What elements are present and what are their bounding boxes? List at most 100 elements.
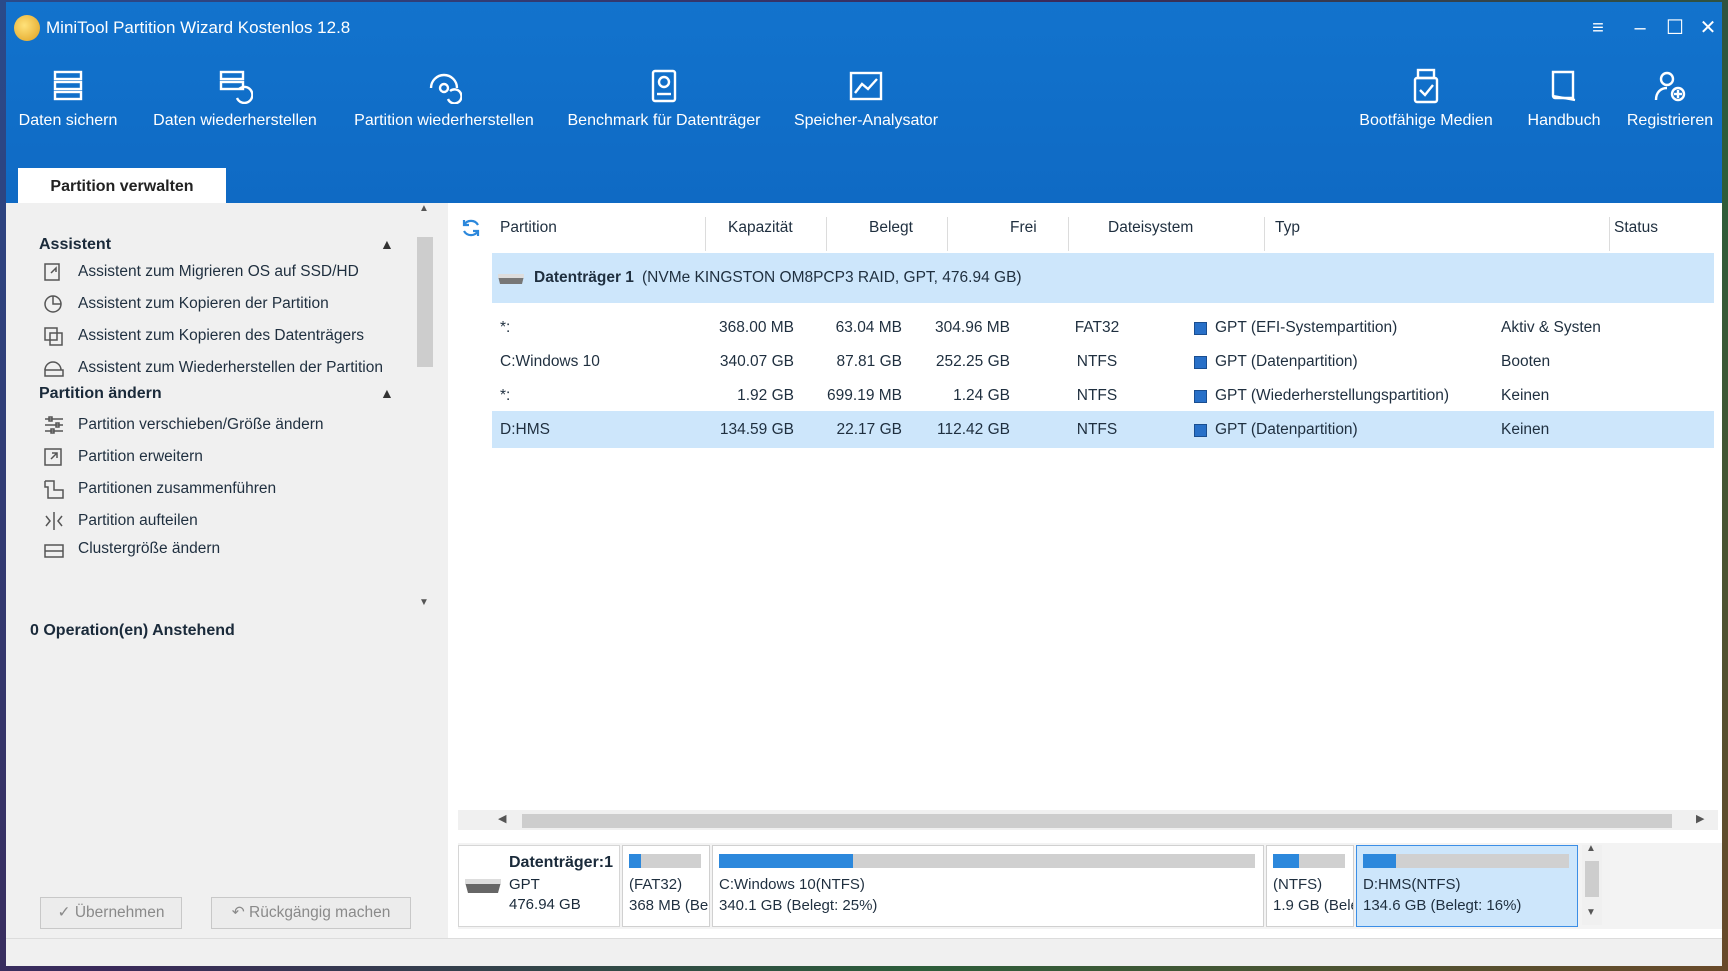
disk-map: Datenträger:1 GPT 476.94 GB (FAT32) 368 M… — [458, 843, 1722, 929]
partition-status: Keinen — [1501, 421, 1550, 438]
partition-capacity: 1.92 GB — [737, 387, 794, 404]
partition-used: 699.19 MB — [827, 387, 902, 404]
menu-icon[interactable]: ≡ — [1584, 14, 1612, 42]
refresh-icon[interactable] — [460, 217, 482, 244]
disk-map-name: Datenträger:1 — [509, 854, 614, 871]
partition-free: 304.96 MB — [935, 319, 1010, 336]
col-partition[interactable]: Partition — [500, 203, 650, 254]
col-filesystem[interactable]: Dateisystem — [1108, 203, 1228, 254]
disk-drive-icon — [498, 274, 524, 284]
col-type[interactable]: Typ — [1275, 203, 1395, 254]
tab-partition-manage[interactable]: Partition verwalten — [18, 168, 226, 205]
disk-map-partition-name: (NTFS) — [1273, 876, 1323, 893]
partition-type-icon — [1194, 390, 1207, 403]
collapse-change-partition-icon[interactable]: ▲ — [380, 385, 394, 401]
action-merge[interactable]: Partitionen zusammenführen — [42, 476, 276, 502]
col-divider — [1609, 217, 1610, 251]
action-extend[interactable]: Partition erweitern — [42, 444, 203, 470]
minimize-icon[interactable]: – — [1626, 14, 1654, 42]
bootable-media-icon — [1413, 68, 1439, 104]
disk-map-partition[interactable]: D:HMS(NTFS) 134.6 GB (Belegt: 16%) — [1356, 845, 1578, 927]
disk-map-partition-name: (FAT32) — [629, 876, 683, 893]
col-capacity[interactable]: Kapazität — [728, 203, 828, 254]
undo-icon: ↶ — [231, 904, 245, 921]
maximize-icon[interactable]: ☐ — [1661, 14, 1689, 42]
pending-operations: 0 Operation(en) Anstehend — [30, 622, 235, 639]
toolbar-partition-recovery-button[interactable]: Partition wiederherstellen — [342, 68, 546, 130]
close-icon[interactable]: ✕ — [1694, 14, 1722, 42]
scroll-left-icon[interactable]: ◀ — [498, 812, 506, 825]
action-split[interactable]: Partition aufteilen — [42, 508, 198, 534]
partition-recovery-icon — [429, 73, 462, 104]
col-divider — [947, 217, 948, 251]
partition-type: GPT (EFI-Systempartition) — [1215, 319, 1398, 336]
check-icon: ✓ — [57, 904, 71, 921]
toolbar-manual-button[interactable]: Handbuch — [1514, 68, 1614, 130]
backup-icon — [53, 70, 83, 101]
col-used[interactable]: Belegt — [869, 203, 949, 254]
table-hscrollbar-thumb[interactable] — [522, 814, 1672, 828]
disk-row[interactable]: Datenträger 1 (NVMe KINGSTON OM8PCP3 RAI… — [492, 253, 1714, 303]
section-change-partition-title: Partition ändern — [39, 385, 162, 402]
disk-map-partition[interactable]: C:Windows 10(NTFS) 340.1 GB (Belegt: 25%) — [712, 845, 1264, 927]
partition-fs: NTFS — [1076, 421, 1118, 438]
toolbar-register-button[interactable]: Registrieren — [1622, 68, 1718, 130]
disk-map-scrollbar[interactable]: ▲ ▼ — [1582, 843, 1602, 925]
disk-map-size: 476.94 GB — [509, 896, 581, 913]
toolbar-backup-button[interactable]: Daten sichern — [12, 68, 124, 130]
diskmap-scroll-up-icon[interactable]: ▲ — [1586, 843, 1596, 854]
action-move-resize[interactable]: Partition verschieben/Größe ändern — [42, 412, 324, 438]
title-bar: MiniTool Partition Wizard Kostenlos 12.8… — [6, 2, 1722, 54]
partition-fs: NTFS — [1076, 353, 1118, 370]
wizard-copy-disk[interactable]: Assistent zum Kopieren des Datenträgers — [42, 323, 364, 349]
undo-button[interactable]: ↶ Rückgängig machen — [211, 897, 411, 929]
disk-map-partition-size: 368 MB (Bel — [629, 897, 710, 914]
app-title: MiniTool Partition Wizard Kostenlos 12.8 — [46, 18, 351, 37]
toolbar-data-recovery-button[interactable]: Daten wiederherstellen — [140, 68, 330, 130]
action-cluster-size[interactable]: Clustergröße ändern — [42, 540, 220, 558]
partition-status: Aktiv & Systen — [1501, 319, 1601, 336]
operations-list: Assistent ▲ Assistent zum Migrieren OS a… — [6, 203, 412, 613]
toolbar-benchmark-button[interactable]: Benchmark für Datenträger — [558, 68, 770, 130]
partition-row[interactable]: D:HMS 134.59 GB 22.17 GB 112.42 GB NTFS GPT (… — [492, 411, 1714, 448]
apply-button-label: Übernehmen — [74, 904, 165, 921]
disk-map-partition-size: 134.6 GB (Belegt: 16%) — [1363, 897, 1522, 914]
partition-type: GPT (Datenpartition) — [1215, 353, 1358, 370]
table-hscrollbar[interactable]: ◀ ▶ — [458, 810, 1718, 830]
partition-row[interactable]: C:Windows 10 340.07 GB 87.81 GB 252.25 GB NT… — [492, 343, 1714, 380]
disk-map-style: GPT — [509, 876, 540, 893]
partition-row[interactable]: *: 368.00 MB 63.04 MB 304.96 MB FAT32 GPT (EF… — [492, 309, 1714, 346]
scroll-right-icon[interactable]: ▶ — [1696, 812, 1704, 825]
apply-button[interactable]: ✓ Übernehmen — [40, 897, 182, 929]
scroll-down-icon[interactable]: ▼ — [419, 597, 429, 608]
scroll-up-icon[interactable]: ▲ — [419, 203, 429, 214]
cluster-size-icon — [44, 544, 64, 558]
partition-partition: D:HMS — [500, 421, 550, 438]
disk-map-partition[interactable]: (NTFS) 1.9 GB (Bele — [1266, 845, 1354, 927]
collapse-wizard-icon[interactable]: ▲ — [380, 236, 394, 252]
partition-type-icon — [1194, 356, 1207, 369]
extend-icon — [44, 448, 62, 466]
partition-row[interactable]: *: 1.92 GB 699.19 MB 1.24 GB NTFS GPT (Wieder… — [492, 377, 1714, 414]
disk-map-scrollbar-thumb[interactable] — [1585, 861, 1599, 897]
disk-name: Datenträger 1 — [534, 269, 634, 286]
disk-map-label[interactable]: Datenträger:1 GPT 476.94 GB — [458, 845, 620, 927]
diskmap-scroll-down-icon[interactable]: ▼ — [1586, 907, 1596, 918]
col-status[interactable]: Status — [1614, 203, 1714, 254]
toolbar-space-analyzer-button[interactable]: Speicher-Analysator — [786, 68, 946, 130]
toolbar-bootable-media-button[interactable]: Bootfähige Medien — [1346, 68, 1506, 130]
action-merge-label: Partitionen zusammenführen — [78, 480, 277, 497]
left-scrollbar[interactable]: ▲ ▼ — [414, 203, 436, 613]
wizard-migrate-os[interactable]: Assistent zum Migrieren OS auf SSD/HD — [42, 259, 359, 285]
toolbar-bootable-media-label: Bootfähige Medien — [1359, 112, 1493, 129]
partition-capacity: 368.00 MB — [719, 319, 794, 336]
disk-map-partition[interactable]: (FAT32) 368 MB (Bel — [622, 845, 710, 927]
wizard-restore-partition[interactable]: Assistent zum Wiederherstellen der Parti… — [42, 355, 383, 381]
manual-icon — [1551, 70, 1576, 102]
partition-used: 87.81 GB — [836, 353, 903, 370]
toolbar-backup-label: Daten sichern — [18, 112, 118, 129]
left-scrollbar-thumb[interactable] — [417, 237, 433, 367]
wizard-copy-partition[interactable]: Assistent zum Kopieren der Partition — [42, 291, 329, 317]
disk-map-partition-name: D:HMS(NTFS) — [1363, 876, 1461, 893]
col-free[interactable]: Frei — [1010, 203, 1070, 254]
